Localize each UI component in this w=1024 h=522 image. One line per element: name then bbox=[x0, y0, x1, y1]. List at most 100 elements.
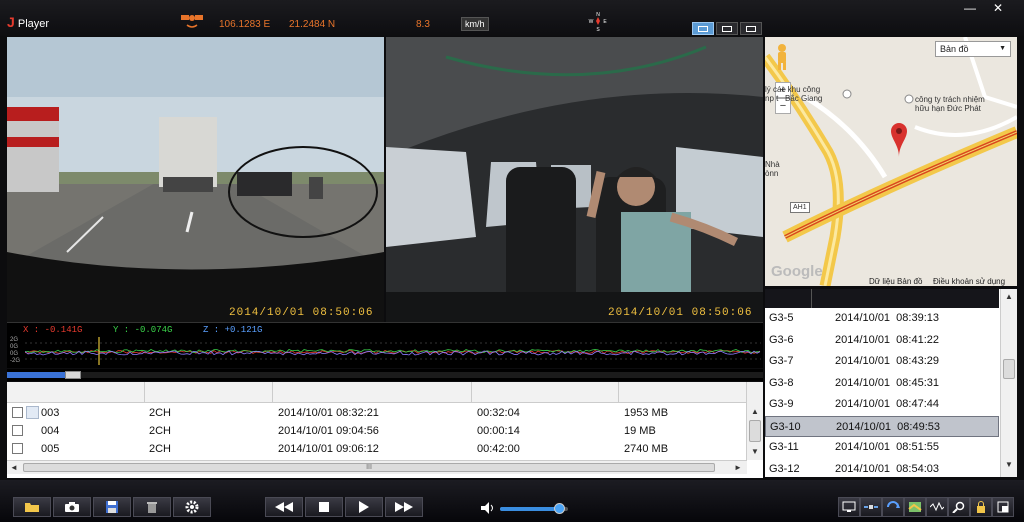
gps-satellite-icon bbox=[181, 15, 203, 28]
map-road-label: AH1 bbox=[790, 202, 810, 213]
longitude-readout: 106.1283 E bbox=[219, 19, 271, 30]
map-terms-link[interactable]: Điều khoản sử dụng bbox=[933, 277, 1005, 286]
layout-single-button[interactable] bbox=[740, 22, 762, 35]
rewind-icon bbox=[275, 502, 293, 512]
scroll-up-arrow-icon[interactable]: ▲ bbox=[747, 404, 763, 420]
table-row[interactable]: 005 2CH 2014/10/01 09:06:12 00:42:00 2740 MB bbox=[7, 440, 747, 458]
layout-dual-button[interactable] bbox=[692, 22, 714, 35]
file-table-vscrollbar[interactable]: ▲ ▼ bbox=[746, 382, 763, 460]
progress-handle[interactable] bbox=[65, 371, 82, 379]
scroll-right-arrow-icon[interactable]: ► bbox=[731, 461, 745, 475]
front-camera-scene bbox=[7, 37, 384, 322]
file-table-hscrollbar[interactable]: ◄ III ► bbox=[7, 460, 747, 474]
row-checkbox[interactable] bbox=[12, 443, 23, 454]
event-row[interactable]: G3-9 2014/10/01 08:47:44 bbox=[765, 394, 999, 415]
progress-track bbox=[7, 372, 763, 378]
stop-icon bbox=[319, 502, 329, 512]
file-datetime: 2014/10/01 09:04:56 bbox=[278, 425, 379, 437]
video-out-button[interactable] bbox=[838, 497, 860, 517]
event-time: 2014/10/01 08:47:44 bbox=[835, 398, 939, 410]
fullscreen-button[interactable] bbox=[992, 497, 1014, 517]
search-button[interactable] bbox=[948, 497, 970, 517]
g-sensor-graph: X : -0.141G Y : -0.074G Z : +0.121G 2G 0… bbox=[7, 322, 763, 368]
event-row[interactable]: G3-7 2014/10/01 08:43:29 bbox=[765, 351, 999, 372]
progress-fill bbox=[7, 372, 68, 378]
table-row[interactable]: 004 2CH 2014/10/01 09:04:56 00:00:14 19 MB bbox=[7, 422, 747, 440]
map-toggle-button[interactable] bbox=[904, 497, 926, 517]
latitude-readout: 21.2484 N bbox=[289, 19, 336, 30]
event-time: 2014/10/01 08:51:55 bbox=[835, 441, 939, 453]
map-type-select[interactable]: Bản đồ ▼ bbox=[935, 41, 1011, 57]
event-id: G3-12 bbox=[769, 462, 800, 475]
scroll-thumb[interactable]: III bbox=[23, 463, 715, 472]
file-channel: 2CH bbox=[149, 407, 172, 419]
file-no: 005 bbox=[41, 443, 60, 455]
file-datetime: 2014/10/01 08:32:21 bbox=[278, 407, 379, 419]
playback-progress[interactable] bbox=[7, 369, 763, 381]
map-data-link[interactable]: Dữ liệu Bản đồ bbox=[869, 277, 922, 286]
play-button[interactable] bbox=[345, 497, 383, 517]
sync-button[interactable] bbox=[882, 497, 904, 517]
row-checkbox[interactable] bbox=[12, 407, 23, 418]
fast-forward-button[interactable] bbox=[385, 497, 423, 517]
scroll-thumb[interactable] bbox=[1003, 359, 1015, 379]
table-row[interactable]: 003 2CH 2014/10/01 08:32:21 00:32:04 1953 MB bbox=[7, 404, 747, 422]
street-view-pegman-icon[interactable] bbox=[775, 43, 789, 71]
google-logo: Google bbox=[771, 263, 823, 280]
file-no: 004 bbox=[41, 425, 60, 437]
file-table[interactable]: 003 2CH 2014/10/01 08:32:21 00:32:04 1953 MB… bbox=[7, 382, 763, 478]
event-row[interactable]: G3-6 2014/10/01 08:41:22 bbox=[765, 330, 999, 351]
scroll-down-arrow-icon[interactable]: ▼ bbox=[747, 444, 763, 460]
front-timestamp: 2014/10/01 08:50:06 bbox=[229, 307, 374, 319]
file-datetime: 2014/10/01 09:06:12 bbox=[278, 443, 379, 455]
speaker-icon[interactable] bbox=[481, 502, 495, 514]
scroll-left-arrow-icon[interactable]: ◄ bbox=[7, 461, 21, 475]
event-list[interactable]: G3-5 2014/10/01 08:39:13 G3-6 2014/10/01 08… bbox=[765, 289, 1017, 477]
settings-button[interactable] bbox=[173, 497, 211, 517]
play-icon bbox=[359, 501, 369, 513]
cabin-camera-scene bbox=[386, 37, 763, 322]
row-checkbox[interactable] bbox=[12, 425, 23, 436]
g-sensor-z-value: Z : +0.121G bbox=[203, 325, 263, 335]
app-title: Player bbox=[17, 18, 50, 30]
cabin-camera-view[interactable]: 2014/10/01 08:50:06 bbox=[386, 37, 763, 322]
graph-toggle-button[interactable] bbox=[926, 497, 948, 517]
event-row[interactable]: G3-8 2014/10/01 08:45:31 bbox=[765, 373, 999, 394]
delete-button[interactable] bbox=[133, 497, 171, 517]
camera-icon bbox=[65, 502, 79, 512]
event-row[interactable]: G3-10 2014/10/01 08:49:53 bbox=[765, 415, 999, 437]
event-time: 2014/10/01 08:43:29 bbox=[835, 355, 939, 367]
map-poi-industrial-zone: lý các khu công np t Bắc Giang bbox=[765, 85, 823, 103]
file-size: 1953 MB bbox=[624, 407, 669, 419]
g-sensor-x-value: X : -0.141G bbox=[23, 325, 83, 335]
stop-button[interactable] bbox=[305, 497, 343, 517]
minimize-button[interactable]: — bbox=[958, 2, 982, 16]
volume-knob[interactable] bbox=[553, 503, 565, 514]
event-id: G3-10 bbox=[770, 420, 801, 433]
g-scale-mid: 0G bbox=[10, 351, 19, 357]
event-list-scrollbar[interactable]: ▲ ▼ bbox=[1000, 289, 1017, 477]
trash-icon bbox=[147, 502, 157, 513]
map-view[interactable]: + − Bản đồ ▼ lý các khu công np t Bắc Gia… bbox=[765, 37, 1017, 286]
file-no: 003 bbox=[41, 407, 60, 419]
event-row[interactable]: G3-5 2014/10/01 08:39:13 bbox=[765, 308, 999, 329]
open-folder-button[interactable] bbox=[13, 497, 51, 517]
lock-button[interactable] bbox=[970, 497, 992, 517]
snapshot-button[interactable] bbox=[53, 497, 91, 517]
app-logo: J Player bbox=[7, 14, 50, 30]
close-button[interactable]: ✕ bbox=[986, 2, 1010, 16]
event-row[interactable]: G3-11 2014/10/01 08:51:55 bbox=[765, 437, 999, 458]
floppy-disk-icon bbox=[106, 501, 118, 513]
scroll-down-arrow-icon[interactable]: ▼ bbox=[1001, 457, 1017, 473]
save-button[interactable] bbox=[93, 497, 131, 517]
event-row[interactable]: G3-12 2014/10/01 08:54:03 bbox=[765, 459, 999, 478]
gps-settings-button[interactable] bbox=[860, 497, 882, 517]
front-camera-view[interactable]: 2014/10/01 08:50:06 bbox=[7, 37, 384, 322]
rewind-button[interactable] bbox=[265, 497, 303, 517]
layout-pip-button[interactable] bbox=[716, 22, 738, 35]
folder-icon bbox=[25, 503, 39, 512]
scroll-thumb[interactable] bbox=[749, 420, 761, 442]
event-id: G3-9 bbox=[769, 398, 794, 410]
event-id: G3-5 bbox=[769, 312, 794, 324]
scroll-up-arrow-icon[interactable]: ▲ bbox=[1001, 289, 1017, 305]
